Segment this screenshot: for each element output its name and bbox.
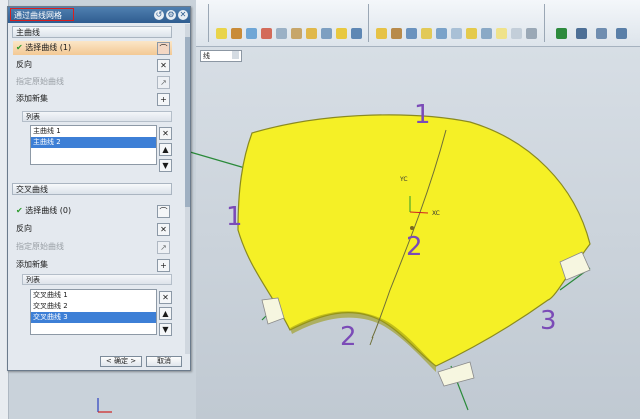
remove-icon[interactable]: ✕ — [159, 291, 172, 304]
reverse-icon[interactable]: ✕ — [157, 59, 170, 72]
move-down-icon[interactable]: ▼ — [159, 159, 172, 172]
move-down-icon[interactable]: ▼ — [159, 323, 172, 336]
reverse-cross-label: 反向 — [16, 224, 32, 233]
list-item[interactable]: 交叉曲线 3 — [31, 312, 156, 323]
settings-icon[interactable]: ⚙ — [166, 10, 176, 20]
curve-normal-line — [189, 151, 246, 169]
axis-label-xc: XC — [432, 210, 440, 217]
axis-label-yc: YC — [400, 176, 408, 183]
add-new-set-cross-label: 添加新集 — [16, 260, 48, 269]
through-curve-mesh-dialog: 通过曲线网格 ↺ ⚙ ✕ 主曲线 ✔ 选择曲线 (1) ⌒ 反向 ✕ 指定原始曲… — [7, 6, 191, 371]
annotation-2-bottom: 2 — [340, 322, 357, 352]
annotation-1-top: 1 — [414, 100, 431, 130]
cancel-button[interactable]: 取消 — [146, 356, 182, 367]
list-item[interactable]: 主曲线 2 — [31, 137, 156, 148]
list-item[interactable]: 交叉曲线 1 — [31, 290, 156, 301]
reverse-main-label: 反向 — [16, 60, 32, 69]
add-set-icon[interactable]: + — [157, 93, 170, 106]
annotation-1-left: 1 — [226, 202, 243, 232]
cross-curves-section-header[interactable]: 交叉曲线 — [12, 183, 172, 195]
curve-select-icon[interactable]: ⌒ — [157, 42, 170, 55]
select-main-curve-label: 选择曲线 (1) — [25, 43, 72, 52]
remove-icon[interactable]: ✕ — [159, 127, 172, 140]
annotation-3-right: 3 — [540, 306, 557, 336]
check-icon: ✔ — [16, 43, 23, 52]
specify-origin-cross-label: 指定原始曲线 — [16, 242, 64, 251]
move-up-icon[interactable]: ▲ — [159, 143, 172, 156]
title-highlight-box — [10, 8, 74, 21]
add-set-icon[interactable]: + — [157, 259, 170, 272]
origin-curve-icon[interactable]: ↗ — [157, 76, 170, 89]
list-item[interactable]: 交叉曲线 2 — [31, 301, 156, 312]
dialog-scrollbar-thumb[interactable] — [185, 37, 190, 207]
move-up-icon[interactable]: ▲ — [159, 307, 172, 320]
cross-curve-list[interactable]: 交叉曲线 1 交叉曲线 2 交叉曲线 3 — [30, 289, 157, 335]
check-icon: ✔ — [16, 206, 23, 215]
specify-origin-main-label: 指定原始曲线 — [16, 77, 64, 86]
select-cross-curve-label: 选择曲线 (0) — [25, 206, 72, 215]
close-icon[interactable]: ✕ — [178, 10, 188, 20]
main-curves-label: 主曲线 — [16, 28, 40, 37]
list-item[interactable]: 主曲线 1 — [31, 126, 156, 137]
main-list-header[interactable]: 列表 — [22, 111, 172, 122]
ok-button[interactable]: < 确定 > — [100, 356, 142, 367]
reset-icon[interactable]: ↺ — [154, 10, 164, 20]
cross-curves-label: 交叉曲线 — [16, 185, 48, 194]
curve-select-icon[interactable]: ⌒ — [157, 205, 170, 218]
annotation-2-center: 2 — [406, 232, 423, 262]
origin-curve-icon[interactable]: ↗ — [157, 241, 170, 254]
reverse-icon[interactable]: ✕ — [157, 223, 170, 236]
main-curve-list[interactable]: 主曲线 1 主曲线 2 — [30, 125, 157, 165]
select-cross-curve-row[interactable]: ✔ 选择曲线 (0) — [16, 205, 156, 217]
main-curves-section-header[interactable]: 主曲线 — [12, 26, 172, 38]
cross-list-header[interactable]: 列表 — [22, 274, 172, 285]
add-new-set-main-label: 添加新集 — [16, 94, 48, 103]
select-main-curve-row[interactable]: ✔ 选择曲线 (1) — [13, 41, 172, 55]
